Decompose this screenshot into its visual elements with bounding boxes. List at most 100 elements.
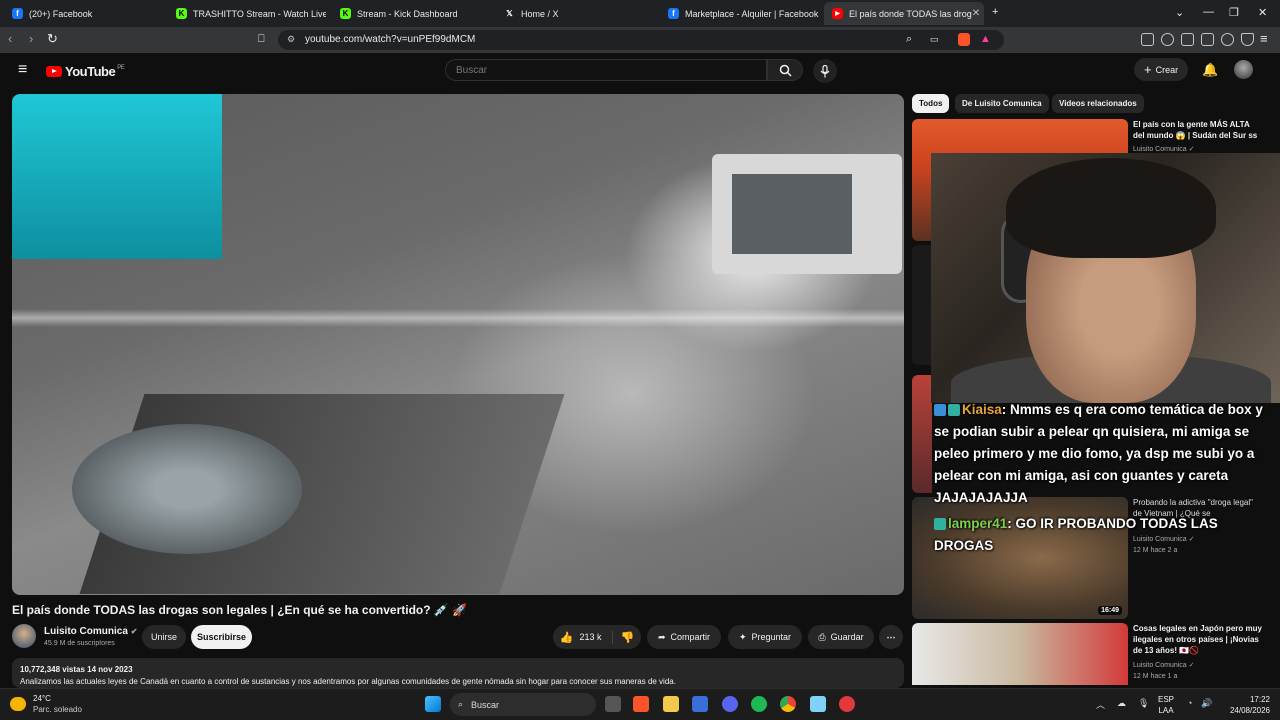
- tab-facebook[interactable]: f (20+) Facebook: [4, 2, 164, 25]
- brave-rewards-icon[interactable]: ▲: [980, 33, 991, 45]
- sidebar-icon[interactable]: [1181, 33, 1194, 46]
- search-button[interactable]: [767, 59, 803, 81]
- plus-icon: +: [1144, 62, 1152, 77]
- wallet-icon[interactable]: [1201, 33, 1214, 46]
- onedrive-icon[interactable]: ☁: [1117, 698, 1126, 709]
- share-icon: ➦: [657, 631, 666, 642]
- description-box[interactable]: 10,772,348 vistas 14 nov 2023 Analizamos…: [12, 658, 904, 688]
- recommendation-title[interactable]: El país con la gente MÁS ALTA del mundo …: [1133, 119, 1263, 141]
- windows-start-icon[interactable]: [425, 696, 441, 712]
- site-info-icon[interactable]: ⚙: [287, 34, 295, 45]
- chat-text: : Nmms es q era como temática de box y s…: [934, 402, 1263, 505]
- tab-kick-dashboard[interactable]: K Stream - Kick Dashboard: [332, 2, 492, 25]
- tab-kick-stream[interactable]: K TRASHITTO Stream - Watch Live on K: [168, 2, 326, 25]
- search-input[interactable]: [446, 60, 766, 81]
- channel-name[interactable]: Luisito Comunica ✔: [44, 626, 137, 637]
- vpn-icon[interactable]: [1241, 33, 1254, 46]
- chip-from-channel[interactable]: De Luisito Comunica: [955, 94, 1049, 113]
- facebook-icon: f: [668, 8, 679, 19]
- voice-search-button[interactable]: [813, 59, 837, 83]
- taskbar-search[interactable]: ⌕ Buscar: [450, 693, 596, 716]
- recommendation-title[interactable]: Cosas legales en Japón pero muy ilegales…: [1133, 623, 1263, 656]
- word-icon[interactable]: [692, 696, 708, 712]
- video-thumbnail[interactable]: [912, 375, 932, 493]
- volume-icon[interactable]: 🔊: [1201, 698, 1212, 709]
- subscribe-button[interactable]: Suscribirse: [191, 625, 252, 649]
- system-clock[interactable]: 17:22 24/08/2026: [1224, 694, 1270, 716]
- tab-label: Marketplace - Alquiler | Facebook: [685, 8, 819, 19]
- extensions-icon[interactable]: [1141, 33, 1154, 46]
- video-player[interactable]: [12, 94, 904, 595]
- chrome-icon[interactable]: [780, 696, 796, 712]
- youtube-header: ≡ YouTube PE 🔔: [0, 53, 1280, 88]
- close-window-icon[interactable]: ✕: [1258, 6, 1267, 19]
- address-bar[interactable]: ⚙ youtube.com/watch?v=unPEf99dMCM ⌕ ▭ ▲: [278, 30, 1004, 50]
- back-icon[interactable]: ‹: [8, 32, 12, 46]
- guide-menu-icon[interactable]: ≡: [18, 61, 27, 79]
- obs-icon[interactable]: [839, 696, 855, 712]
- menu-icon[interactable]: ≡: [1260, 32, 1268, 46]
- chip-related[interactable]: Videos relacionados: [1052, 94, 1144, 113]
- like-count[interactable]: 213 k: [579, 632, 601, 642]
- dislike-icon[interactable]: 👎: [611, 630, 634, 644]
- leo-ai-icon[interactable]: [1221, 33, 1234, 46]
- ask-button[interactable]: ✦ Preguntar: [728, 625, 802, 649]
- minimize-icon[interactable]: —: [1203, 6, 1214, 18]
- search-box[interactable]: [445, 59, 767, 81]
- weather-icon[interactable]: [10, 697, 26, 711]
- save-icon: ⎙: [818, 631, 826, 642]
- file-explorer-icon[interactable]: [663, 696, 679, 712]
- like-icon[interactable]: 👍: [560, 631, 574, 644]
- streamer-hair: [1006, 158, 1216, 258]
- save-button[interactable]: ⎙ Guardar: [808, 625, 874, 649]
- tab-youtube-active[interactable]: ▶ El país donde TODAS las drog ✕: [824, 2, 984, 25]
- language-indicator[interactable]: ESP LAA: [1158, 694, 1174, 716]
- logo-text: YouTube: [65, 64, 116, 79]
- recommendation-item[interactable]: Cosas legales en Japón pero muy ilegales…: [912, 623, 1272, 685]
- forward-icon[interactable]: ›: [29, 32, 33, 46]
- spotify-icon[interactable]: [751, 696, 767, 712]
- zoom-icon[interactable]: ⌕: [906, 33, 912, 46]
- subscriber-count: 45.9 M de suscriptores: [44, 640, 115, 647]
- task-view-icon[interactable]: [605, 696, 621, 712]
- wifi-icon[interactable]: ◔: [1187, 698, 1192, 708]
- tab-marketplace[interactable]: f Marketplace - Alquiler | Facebook: [660, 2, 820, 25]
- youtube-logo[interactable]: YouTube PE: [46, 64, 125, 79]
- chat-username: Kiaisa: [962, 402, 1002, 417]
- facebook-icon: f: [12, 8, 23, 19]
- microphone-icon[interactable]: 🎙: [1138, 698, 1149, 709]
- video-thumbnail[interactable]: [912, 623, 1128, 685]
- reload-icon[interactable]: ↻: [47, 32, 58, 46]
- share-button[interactable]: ➦ Compartir: [647, 625, 721, 649]
- create-button[interactable]: + Crear: [1134, 58, 1189, 81]
- account-avatar[interactable]: [1234, 60, 1253, 79]
- new-tab-button[interactable]: +: [992, 6, 998, 18]
- bookmark-icon[interactable]: ⎕: [258, 32, 265, 46]
- video-frame-cabinet: [12, 94, 222, 259]
- recommendation-meta: 12 M hace 1 a: [1133, 673, 1178, 680]
- cast-icon[interactable]: ▭: [930, 34, 939, 45]
- chip-all[interactable]: Todos: [912, 94, 950, 113]
- join-button[interactable]: Unirse: [142, 625, 186, 649]
- channel-avatar[interactable]: [12, 624, 36, 648]
- maximize-icon[interactable]: ❐: [1229, 6, 1239, 19]
- notifications-bell-icon[interactable]: 🔔: [1202, 62, 1218, 78]
- brave-browser-icon[interactable]: [633, 696, 649, 712]
- youtube-icon: ▶: [832, 8, 843, 19]
- brave-shield-icon[interactable]: [958, 33, 970, 46]
- notepad-icon[interactable]: [810, 696, 826, 712]
- recommendation-channel[interactable]: Luisito Comunica ✓: [1133, 145, 1195, 153]
- search-icon: [779, 64, 792, 77]
- chat-badge-icon: [934, 518, 946, 531]
- video-thumbnail[interactable]: [912, 245, 932, 365]
- close-tab-icon[interactable]: ✕: [972, 8, 980, 19]
- discord-icon[interactable]: [722, 696, 738, 712]
- more-actions-icon[interactable]: ⋯: [879, 625, 903, 649]
- chevron-up-icon[interactable]: ︿: [1096, 698, 1105, 711]
- tab-x[interactable]: 𝕏 Home / X: [496, 2, 656, 25]
- media-icon[interactable]: [1161, 33, 1174, 46]
- recommendation-channel[interactable]: Luisito Comunica ✓: [1133, 661, 1195, 669]
- weather-description[interactable]: Parc. soleado: [33, 705, 82, 714]
- tab-search-icon[interactable]: ⌄: [1175, 6, 1184, 19]
- weather-temperature[interactable]: 24°C: [33, 694, 51, 703]
